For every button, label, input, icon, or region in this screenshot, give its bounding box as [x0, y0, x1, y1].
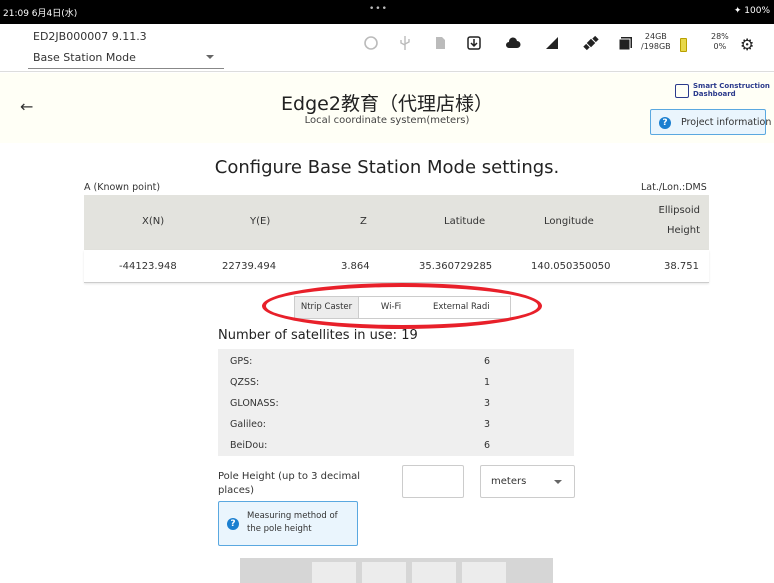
- value-x: -44123.948: [119, 261, 177, 272]
- list-item: Galileo: 3: [230, 419, 491, 430]
- help-icon: ?: [227, 518, 239, 530]
- pole-height-diagram: [240, 558, 553, 583]
- page-title: Configure Base Station Mode settings.: [214, 157, 560, 178]
- value-longitude: 140.050350050: [531, 261, 611, 272]
- multitask-dots-icon[interactable]: •••: [369, 4, 388, 14]
- value-y: 22739.494: [222, 261, 277, 272]
- help-icon: ?: [659, 117, 671, 129]
- units-select-value: meters: [491, 476, 527, 487]
- header-ellipsoid: Ellipsoid: [658, 205, 700, 216]
- status-bar: 21:09 6月4日(水) ••• ✦ 100%: [0, 0, 774, 24]
- units-select[interactable]: meters: [480, 465, 575, 498]
- storage-icon: [618, 37, 632, 51]
- battery-icon: [680, 38, 687, 52]
- diagram-panel: [412, 562, 456, 583]
- satellites-in-use: Number of satellites in use: 19: [218, 328, 418, 343]
- sd-card-icon: [436, 37, 445, 49]
- storage-readout: 24GB /198GB: [641, 32, 671, 52]
- gps-icon: [364, 36, 378, 50]
- wifi-battery-status: ✦ 100%: [733, 6, 770, 16]
- storage-total: /198GB: [641, 42, 671, 51]
- latlon-format-label: Lat./Lon.:DMS: [641, 182, 707, 193]
- header-z: Z: [360, 216, 367, 227]
- battery-secondary: 0%: [713, 42, 727, 51]
- chevron-down-icon: [206, 55, 214, 59]
- storage-used: 24GB: [644, 32, 667, 41]
- usb-icon: [400, 36, 410, 50]
- header-y: Y(E): [250, 216, 271, 227]
- satellite-list: GPS: 6 QZSS: 1 GLONASS: 3 Galileo: 3 Bei…: [218, 349, 574, 456]
- download-icon: [467, 36, 481, 50]
- list-item: BeiDou: 6: [230, 440, 491, 451]
- measuring-method-label: Measuring method of the pole height: [247, 511, 338, 534]
- table-row: -44123.948 22739.494 3.864 35.360729285 …: [84, 250, 709, 283]
- device-id: ED2JB000007 9.11.3: [33, 30, 147, 43]
- list-item: GPS: 6: [230, 356, 491, 367]
- table-header: X(N) Y(E) Z Latitude Longitude Ellipsoid…: [84, 195, 709, 250]
- red-highlight-ellipse: [262, 283, 542, 329]
- header-height: Height: [666, 225, 700, 236]
- value-latitude: 35.360729285: [419, 261, 493, 272]
- settings-gear-icon[interactable]: ⚙: [740, 35, 754, 54]
- diagram-panel: [362, 562, 406, 583]
- cloud-icon: [506, 37, 521, 48]
- diagram-panel: [312, 562, 356, 583]
- value-z: 3.864: [341, 261, 370, 272]
- header-latitude: Latitude: [444, 216, 486, 227]
- header-x: X(N): [142, 216, 165, 227]
- mode-select[interactable]: Base Station Mode: [28, 48, 224, 69]
- satellite-icon: [583, 35, 599, 51]
- list-item: GLONASS: 3: [230, 398, 491, 409]
- battery-readout: 28% 0%: [711, 32, 729, 52]
- project-information-label: Project information: [681, 117, 772, 128]
- chevron-down-icon: [554, 480, 562, 484]
- pole-height-input[interactable]: [402, 465, 464, 498]
- measuring-method-button[interactable]: ? Measuring method of the pole height: [218, 501, 358, 546]
- list-item: QZSS: 1: [230, 377, 491, 388]
- mode-select-value: Base Station Mode: [33, 51, 136, 64]
- smart-construction-logo: Smart Construction Dashboard: [672, 81, 770, 101]
- pole-height-label: Pole Height (up to 3 decimal places): [218, 471, 361, 496]
- project-header: ← Edge2教育（代理店様） Local coordinate system(…: [0, 73, 774, 143]
- top-bar: ED2JB000007 9.11.3 Base Station Mode 24G…: [0, 24, 774, 72]
- known-point-label: A (Known point): [84, 182, 161, 193]
- diagram-panel: [462, 562, 506, 583]
- header-longitude: Longitude: [544, 216, 594, 227]
- project-information-button[interactable]: ? Project information: [650, 109, 771, 135]
- value-ellipsoid-height: 38.751: [664, 261, 699, 272]
- status-time-date: 21:09 6月4日(水): [3, 9, 78, 19]
- signal-icon: [546, 37, 558, 49]
- battery-level: 28%: [711, 32, 729, 41]
